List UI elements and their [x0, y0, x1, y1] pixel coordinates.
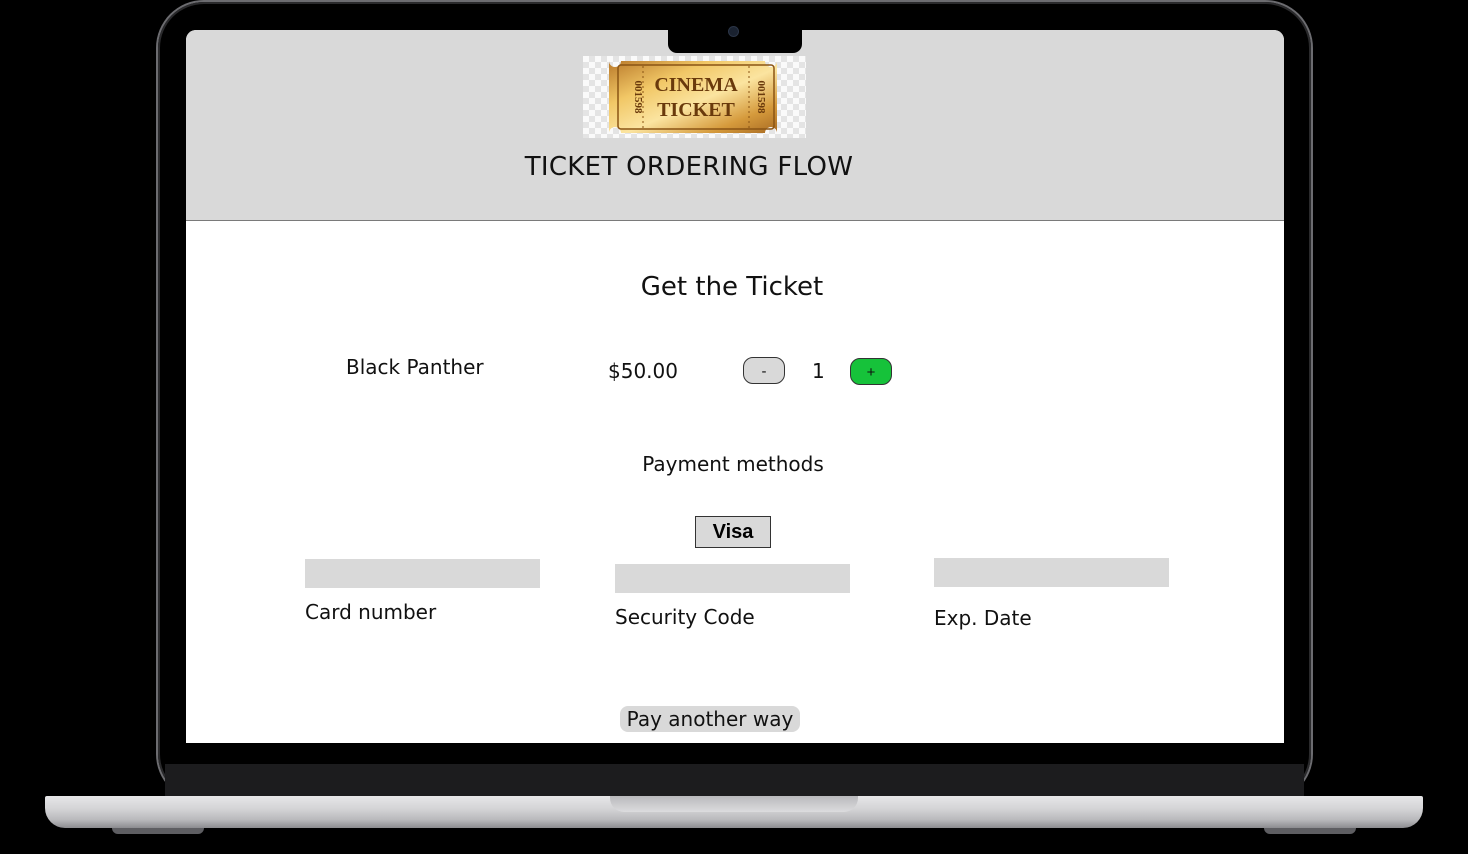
logo-line2: TICKET: [657, 99, 735, 121]
exp-date-label: Exp. Date: [934, 606, 1032, 630]
laptop-chin: [165, 764, 1304, 798]
laptop-foot-right: [1264, 828, 1356, 834]
section-title: Get the Ticket: [640, 272, 824, 302]
quantity-value: 1: [812, 359, 825, 383]
logo-serial-right: 001598: [755, 81, 767, 115]
card-number-label: Card number: [305, 600, 437, 624]
security-code-input[interactable]: [615, 564, 850, 593]
laptop-hinge-notch: [610, 796, 858, 812]
card-number-input[interactable]: [305, 559, 540, 588]
ticket-price: $50.00: [608, 359, 678, 383]
visa-button[interactable]: Visa: [695, 516, 771, 548]
increment-button[interactable]: +: [850, 358, 892, 385]
laptop-foot-left: [112, 828, 204, 834]
logo-serial-left: 001598: [632, 81, 644, 115]
pay-another-way-button[interactable]: Pay another way: [620, 706, 800, 732]
movie-name: Black Panther: [346, 355, 484, 379]
ticket-icon: CINEMA TICKET 001598 001598: [609, 61, 777, 133]
payment-methods-title: Payment methods: [642, 452, 824, 476]
exp-date-input[interactable]: [934, 558, 1169, 587]
cinema-ticket-logo: CINEMA TICKET 001598 001598: [583, 56, 806, 138]
app-screen: CINEMA TICKET 001598 001598 TICKET ORDER…: [186, 30, 1284, 743]
page-title: TICKET ORDERING FLOW: [524, 152, 854, 182]
decrement-button[interactable]: -: [743, 357, 785, 384]
header-bar: CINEMA TICKET 001598 001598 TICKET ORDER…: [186, 30, 1284, 221]
logo-line1: CINEMA: [654, 74, 738, 96]
camera-icon: [729, 27, 738, 36]
security-code-label: Security Code: [615, 605, 755, 629]
